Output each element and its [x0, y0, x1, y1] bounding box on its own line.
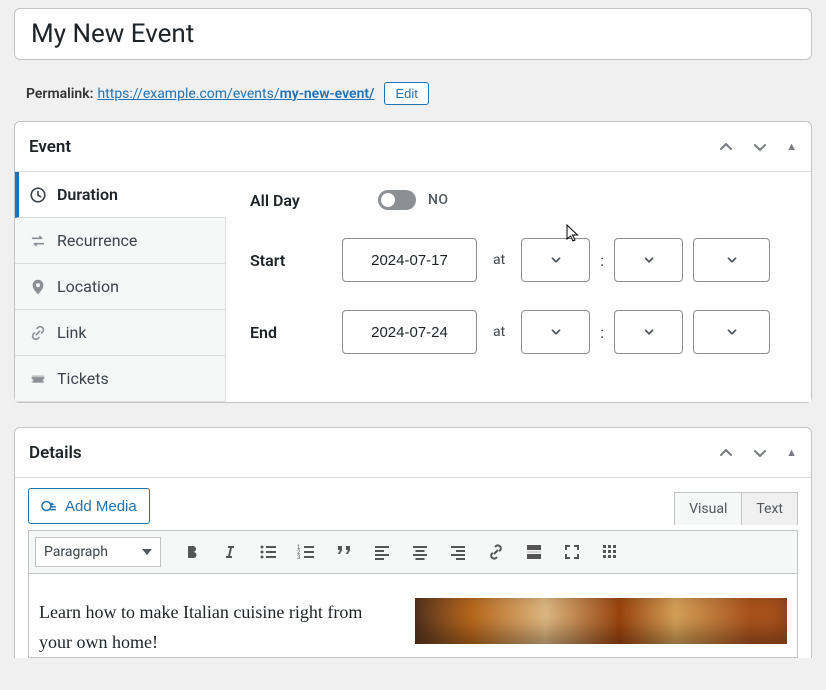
sidebar-tab-location[interactable]: Location: [15, 264, 225, 310]
editor-tab-text[interactable]: Text: [742, 492, 798, 525]
sidebar-tab-tickets[interactable]: Tickets: [15, 356, 225, 402]
location-pin-icon: [29, 278, 47, 296]
panel-up-icon[interactable]: [718, 139, 734, 155]
panel-down-icon[interactable]: [752, 445, 768, 461]
sidebar-tab-label: Recurrence: [57, 231, 137, 250]
event-title-input[interactable]: My New Event: [14, 8, 812, 60]
end-date-input[interactable]: [342, 310, 477, 354]
time-colon: :: [600, 323, 604, 342]
start-minute-select[interactable]: [614, 238, 683, 282]
blockquote-button[interactable]: [327, 536, 361, 568]
editor-image[interactable]: [415, 598, 787, 644]
sidebar-tab-label: Tickets: [57, 369, 109, 388]
media-icon: [41, 497, 59, 515]
details-panel: Details ▲ Add Media Visual Text: [14, 427, 812, 658]
align-right-button[interactable]: [441, 536, 475, 568]
editor-tab-visual[interactable]: Visual: [674, 492, 742, 525]
event-panel: Event ▲ Duration Recurrence: [14, 121, 812, 403]
all-day-label: All Day: [250, 191, 342, 210]
permalink-edit-button[interactable]: Edit: [384, 82, 428, 105]
clock-icon: [29, 186, 47, 204]
permalink-link[interactable]: https://example.com/events/my-new-event/: [97, 86, 374, 102]
align-left-button[interactable]: [365, 536, 399, 568]
end-hour-select[interactable]: [521, 310, 590, 354]
sidebar-tab-label: Link: [57, 323, 86, 342]
time-colon: :: [600, 251, 604, 270]
bold-button[interactable]: [175, 536, 209, 568]
sidebar-tab-recurrence[interactable]: Recurrence: [15, 218, 225, 264]
all-day-value: NO: [428, 192, 449, 208]
svg-text:3: 3: [297, 555, 301, 561]
permalink-row: Permalink: https://example.com/events/my…: [26, 82, 810, 105]
numbered-list-button[interactable]: 123: [289, 536, 323, 568]
link-icon: [29, 324, 47, 342]
details-panel-title: Details: [29, 443, 82, 463]
at-label: at: [493, 324, 505, 340]
permalink-label: Permalink:: [26, 86, 93, 102]
event-duration-form: All Day NO Start at :: [226, 172, 811, 402]
insert-link-button[interactable]: [479, 536, 513, 568]
all-day-toggle[interactable]: [378, 190, 416, 210]
insert-more-button[interactable]: [517, 536, 551, 568]
sidebar-tab-label: Location: [57, 277, 119, 296]
start-ampm-select[interactable]: [693, 238, 770, 282]
start-hour-select[interactable]: [521, 238, 590, 282]
sidebar-tab-label: Duration: [57, 185, 118, 204]
sidebar-tab-duration[interactable]: Duration: [15, 172, 226, 218]
tickets-icon: [29, 370, 47, 388]
event-panel-title: Event: [29, 137, 71, 157]
editor-content-area[interactable]: Learn how to make Italian cuisine right …: [28, 574, 798, 658]
editor-toolbar: Paragraph 123: [28, 530, 798, 574]
align-center-button[interactable]: [403, 536, 437, 568]
panel-controls: ▲: [718, 445, 797, 461]
details-panel-header: Details ▲: [15, 428, 811, 478]
italic-button[interactable]: [213, 536, 247, 568]
panel-collapse-icon[interactable]: ▲: [786, 140, 797, 153]
bulleted-list-button[interactable]: [251, 536, 285, 568]
panel-down-icon[interactable]: [752, 139, 768, 155]
event-panel-header: Event ▲: [15, 122, 811, 172]
fullscreen-button[interactable]: [555, 536, 589, 568]
add-media-label: Add Media: [65, 498, 137, 515]
format-label: Paragraph: [44, 544, 108, 560]
end-ampm-select[interactable]: [693, 310, 770, 354]
end-label: End: [250, 323, 342, 342]
permalink-slug: my-new-event/: [280, 86, 375, 102]
add-media-button[interactable]: Add Media: [28, 488, 150, 524]
panel-controls: ▲: [718, 139, 797, 155]
start-label: Start: [250, 251, 342, 270]
toggle-knob: [381, 193, 395, 207]
at-label: at: [493, 252, 505, 268]
editor-text[interactable]: Learn how to make Italian cuisine right …: [39, 598, 387, 657]
kitchen-sink-button[interactable]: [593, 536, 627, 568]
repeat-icon: [29, 232, 47, 250]
sidebar-tab-link[interactable]: Link: [15, 310, 225, 356]
end-minute-select[interactable]: [614, 310, 683, 354]
format-select[interactable]: Paragraph: [35, 537, 161, 567]
permalink-base: https://example.com/events/: [97, 86, 279, 102]
panel-collapse-icon[interactable]: ▲: [786, 446, 797, 459]
panel-up-icon[interactable]: [718, 445, 734, 461]
event-side-tabs: Duration Recurrence Location Link: [15, 172, 226, 402]
start-date-input[interactable]: [342, 238, 477, 282]
